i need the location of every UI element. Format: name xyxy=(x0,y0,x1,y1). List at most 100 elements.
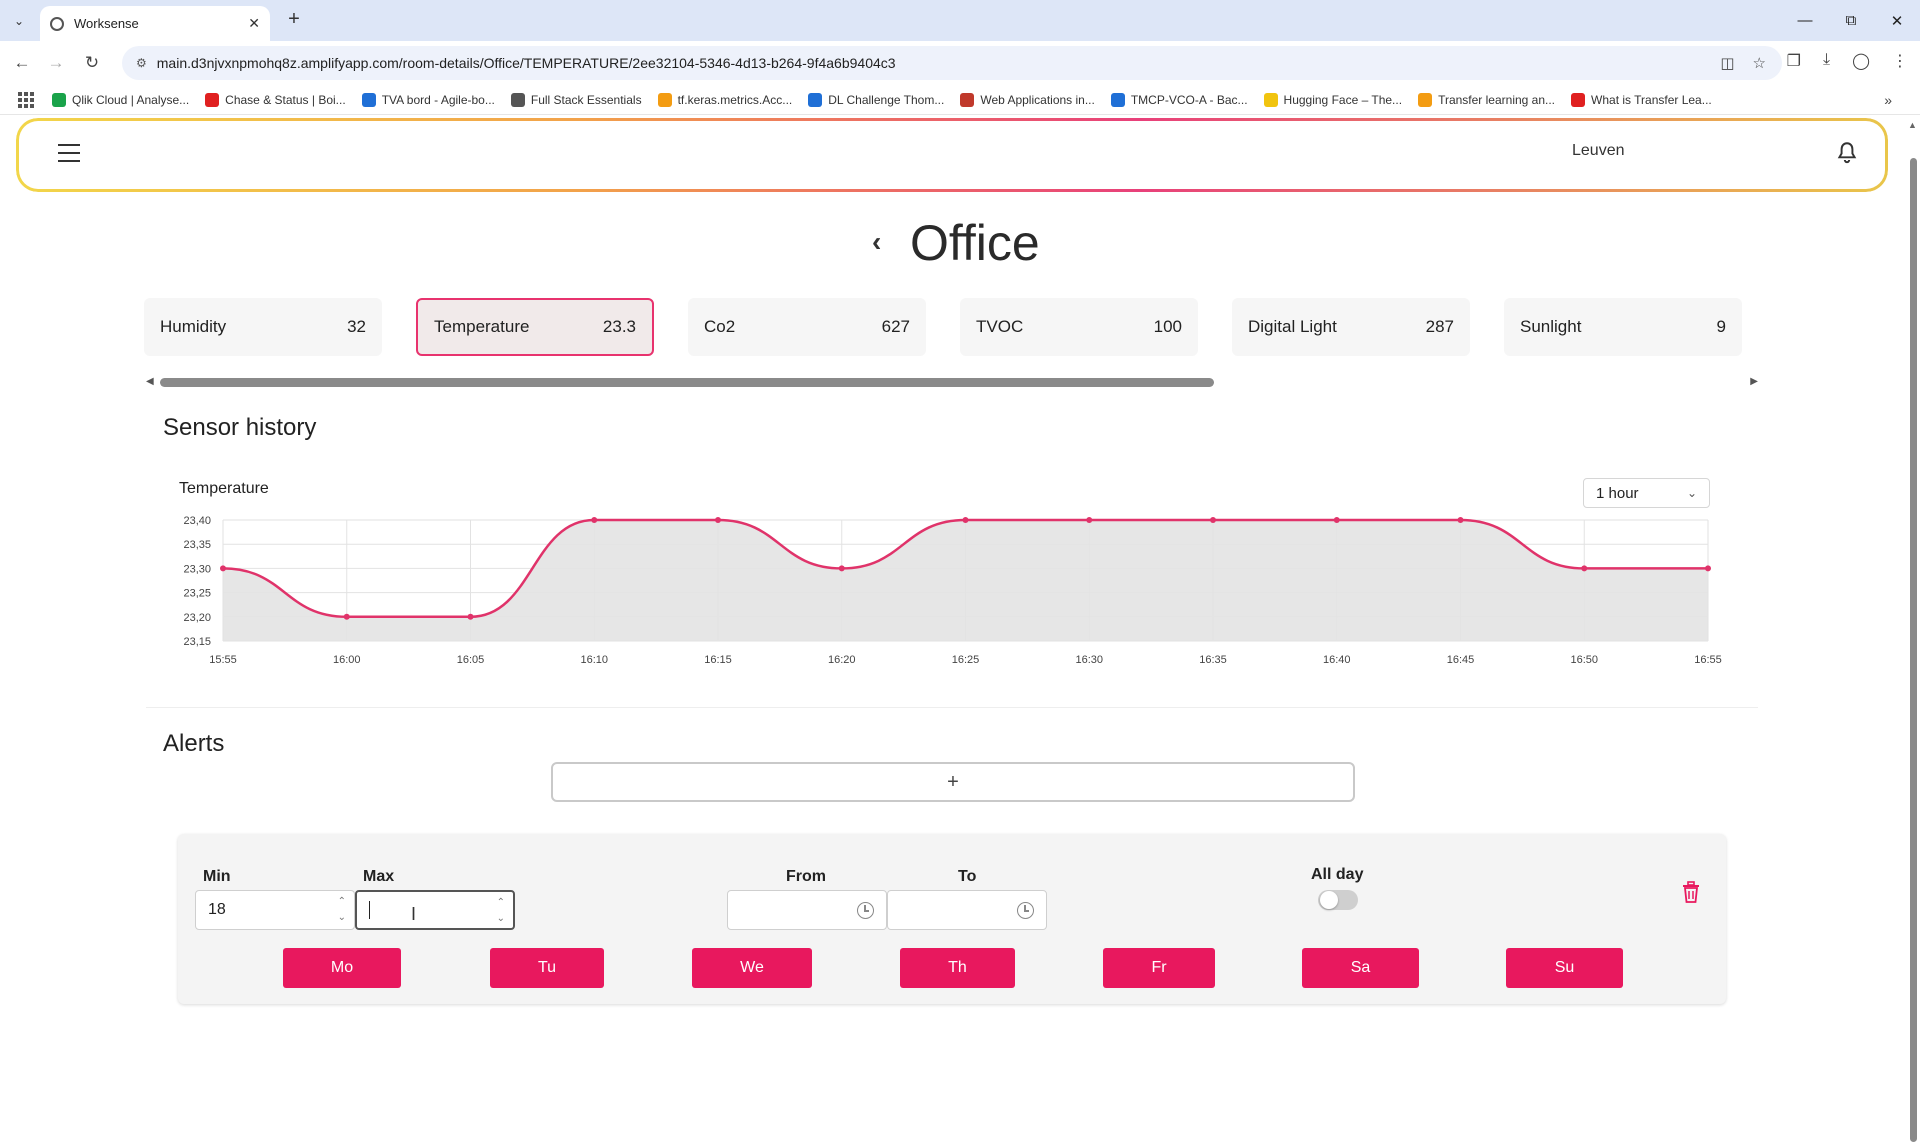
globe-icon xyxy=(50,16,64,31)
day-button-fr[interactable]: Fr xyxy=(1103,948,1215,988)
bookmark-label: tf.keras.metrics.Acc... xyxy=(677,92,793,107)
y-tick-label: 23,40 xyxy=(183,515,211,527)
time-range-select[interactable]: 1 hour ⌄ xyxy=(1583,478,1710,508)
ibeam-cursor-icon: I xyxy=(411,904,417,924)
from-time-input[interactable] xyxy=(727,890,887,930)
window-close-icon[interactable]: ✕ xyxy=(1874,0,1920,41)
new-tab-icon[interactable]: + xyxy=(282,8,306,31)
reload-icon[interactable]: ↻ xyxy=(80,51,104,75)
bookmark-item[interactable]: Hugging Face – The... xyxy=(1263,92,1402,107)
to-time-input[interactable] xyxy=(887,890,1047,930)
min-label: Min xyxy=(203,868,231,885)
day-button-tu[interactable]: Tu xyxy=(490,948,604,988)
bookmark-label: Transfer learning an... xyxy=(1438,92,1556,107)
more-bookmarks-icon[interactable]: » xyxy=(1884,92,1892,108)
bookmark-label: What is Transfer Lea... xyxy=(1591,92,1712,107)
sensor-card-co2[interactable]: Co2 627 xyxy=(688,298,926,356)
min-input[interactable]: 18 ⌃ ⌄ xyxy=(195,890,355,930)
day-button-su[interactable]: Su xyxy=(1506,948,1623,988)
bookmark-item[interactable]: tf.keras.metrics.Acc... xyxy=(657,92,793,107)
sensor-name: Digital Light xyxy=(1248,317,1337,336)
day-button-sa[interactable]: Sa xyxy=(1302,948,1419,988)
toolbar-actions: ❐ ⤓ ◯ ⋮ xyxy=(1787,51,1908,71)
install-app-icon[interactable]: ◫ xyxy=(1720,54,1734,72)
sensor-card-humidity[interactable]: Humidity 32 xyxy=(144,298,382,356)
scroll-right-icon[interactable]: ▶ xyxy=(1750,376,1758,387)
bookmark-item[interactable]: Web Applications in... xyxy=(960,92,1095,107)
bookmark-favicon-icon xyxy=(205,92,220,107)
max-stepper[interactable]: ⌃ ⌄ xyxy=(497,895,505,927)
x-tick-label: 16:10 xyxy=(580,654,608,666)
bookmark-item[interactable]: What is Transfer Lea... xyxy=(1571,92,1712,107)
bookmark-item[interactable]: Qlik Cloud | Analyse... xyxy=(52,92,189,107)
data-point xyxy=(1457,517,1464,523)
bookmark-label: DL Challenge Thom... xyxy=(828,92,945,107)
bookmark-item[interactable]: DL Challenge Thom... xyxy=(808,92,945,107)
day-button-we[interactable]: We xyxy=(692,948,812,988)
data-point xyxy=(1333,517,1340,523)
allday-toggle[interactable] xyxy=(1318,890,1358,910)
cards-scroll-thumb[interactable] xyxy=(160,378,1214,387)
data-point xyxy=(220,565,226,572)
sensor-card-temperature[interactable]: Temperature 23.3 xyxy=(416,298,654,356)
bookmark-star-icon[interactable]: ☆ xyxy=(1753,54,1766,72)
clock-icon[interactable] xyxy=(1017,902,1034,919)
window-controls: — ⧉ ✕ xyxy=(1782,0,1920,41)
bookmark-label: TVA bord - Agile-bo... xyxy=(381,92,495,107)
day-button-mo[interactable]: Mo xyxy=(283,948,401,988)
extensions-icon[interactable]: ❐ xyxy=(1787,51,1801,71)
x-tick-label: 16:35 xyxy=(1199,654,1227,666)
trash-icon[interactable] xyxy=(1680,880,1702,904)
add-alert-button[interactable]: + xyxy=(551,762,1355,802)
bookmark-list: Qlik Cloud | Analyse... Chase & Status | … xyxy=(52,92,1728,107)
sensor-name: Sunlight xyxy=(1520,317,1582,336)
sensor-card-tvoc[interactable]: TVOC 100 xyxy=(960,298,1198,356)
max-input[interactable]: ⌃ ⌄ xyxy=(355,890,515,930)
menu-kebab-icon[interactable]: ⋮ xyxy=(1892,51,1908,71)
apps-grid-icon[interactable] xyxy=(18,91,34,108)
back-icon[interactable]: ← xyxy=(10,51,34,75)
profile-icon[interactable]: ◯ xyxy=(1852,51,1870,71)
scroll-up-icon[interactable]: ▲ xyxy=(1908,120,1917,130)
browser-toolbar: ← → ↻ ⚙ main.d3njvxnpmohq8z.amplifyapp.c… xyxy=(0,41,1920,85)
clock-icon[interactable] xyxy=(857,902,874,919)
min-stepper[interactable]: ⌃ ⌄ xyxy=(338,894,346,926)
sensor-name: TVOC xyxy=(976,317,1024,336)
page-scrollbar[interactable]: ▲ xyxy=(1906,118,1920,1142)
bookmark-item[interactable]: Chase & Status | Boi... xyxy=(205,92,346,107)
address-bar[interactable]: ⚙ main.d3njvxnpmohq8z.amplifyapp.com/roo… xyxy=(122,46,1782,80)
x-tick-label: 16:30 xyxy=(1075,654,1103,666)
bookmark-item[interactable]: Transfer learning an... xyxy=(1418,92,1556,107)
cards-scrollbar[interactable]: ◀ ▶ xyxy=(146,374,1758,390)
download-icon[interactable]: ⤓ xyxy=(1823,51,1830,71)
bell-icon[interactable] xyxy=(1834,140,1860,166)
forward-icon[interactable]: → xyxy=(44,51,68,75)
page-scroll-thumb[interactable] xyxy=(1910,158,1917,1142)
close-tab-icon[interactable]: ✕ xyxy=(248,15,260,32)
back-chevron-icon[interactable]: ‹ xyxy=(872,226,881,258)
tab-search-icon[interactable]: ⌄ xyxy=(8,10,30,32)
day-button-th[interactable]: Th xyxy=(900,948,1015,988)
sensor-name: Humidity xyxy=(160,317,227,336)
browser-tab[interactable]: Worksense ✕ xyxy=(40,6,270,41)
browser-tabstrip: ⌄ Worksense ✕ + — ⧉ ✕ xyxy=(0,0,1920,41)
bookmark-item[interactable]: TVA bord - Agile-bo... xyxy=(361,92,495,107)
data-point xyxy=(838,565,845,572)
allday-label: All day xyxy=(1311,866,1364,883)
sensor-card-digital-light[interactable]: Digital Light 287 xyxy=(1232,298,1470,356)
minimize-icon[interactable]: — xyxy=(1782,0,1828,41)
x-tick-label: 16:50 xyxy=(1570,654,1598,666)
location-label[interactable]: Leuven xyxy=(1572,142,1625,160)
bookmark-label: TMCP-VCO-A - Bac... xyxy=(1130,92,1248,107)
bookmark-label: Web Applications in... xyxy=(980,92,1095,107)
bookmark-item[interactable]: Full Stack Essentials xyxy=(510,92,642,107)
toggle-knob xyxy=(1320,891,1338,909)
restore-icon[interactable]: ⧉ xyxy=(1828,0,1874,41)
sensor-value: 32 xyxy=(347,317,366,336)
hamburger-menu-icon[interactable] xyxy=(58,144,80,162)
sensor-value: 100 xyxy=(1153,317,1182,336)
bookmark-item[interactable]: TMCP-VCO-A - Bac... xyxy=(1110,92,1248,107)
scroll-left-icon[interactable]: ◀ xyxy=(146,376,154,387)
site-info-icon[interactable]: ⚙ xyxy=(136,56,147,70)
sensor-card-sunlight[interactable]: Sunlight 9 xyxy=(1504,298,1742,356)
